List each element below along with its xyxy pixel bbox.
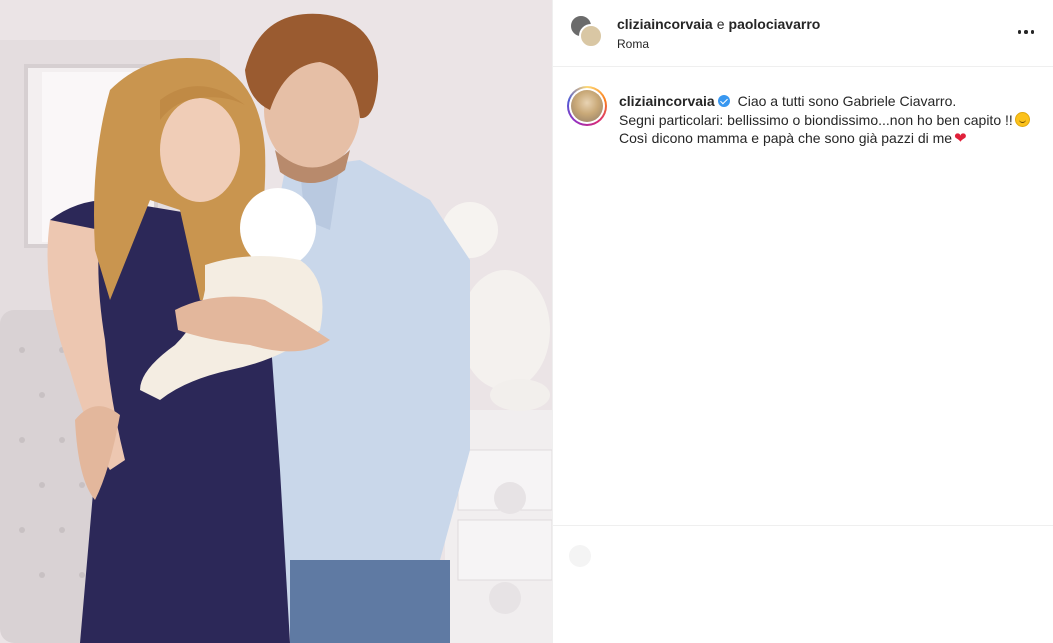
- author-link-1[interactable]: cliziaincorvaia: [617, 16, 713, 32]
- post-details-panel: cliziaincorvaia e paolociavarro Roma clizi…: [552, 0, 1053, 643]
- more-horizontal-icon[interactable]: [1012, 20, 1040, 44]
- location-link[interactable]: Roma: [617, 37, 649, 51]
- post-authors: cliziaincorvaia e paolociavarro: [617, 16, 820, 32]
- actions-divider: [553, 525, 1053, 526]
- smiling-face-emoji-icon: [1014, 111, 1030, 127]
- author-separator: e: [716, 16, 725, 32]
- avatar-cliziaincorvaia: [579, 24, 603, 48]
- caption-line-1: Ciao a tutti sono Gabriele Ciavarro.: [737, 93, 957, 109]
- author-link-2[interactable]: paolociavarro: [729, 16, 821, 32]
- post-photo[interactable]: [0, 0, 552, 643]
- post-header: cliziaincorvaia e paolociavarro Roma: [553, 0, 1053, 67]
- current-user-avatar: [569, 545, 591, 567]
- red-heart-emoji-icon: ❤: [954, 130, 967, 147]
- verified-badge-icon: [717, 95, 730, 107]
- caption-avatar[interactable]: [567, 86, 607, 126]
- caption-line-2: Segni particolari: bellissimo o biondiss…: [619, 111, 1013, 128]
- caption-username[interactable]: cliziaincorvaia: [619, 93, 715, 109]
- collab-avatars[interactable]: [569, 14, 605, 50]
- caption-text: cliziaincorvaia Ciao a tutti sono Gabrie…: [619, 92, 1039, 149]
- family-photo-illustration: [0, 0, 552, 643]
- caption-line-3: Così dicono mamma e papà che sono già pa…: [619, 130, 953, 146]
